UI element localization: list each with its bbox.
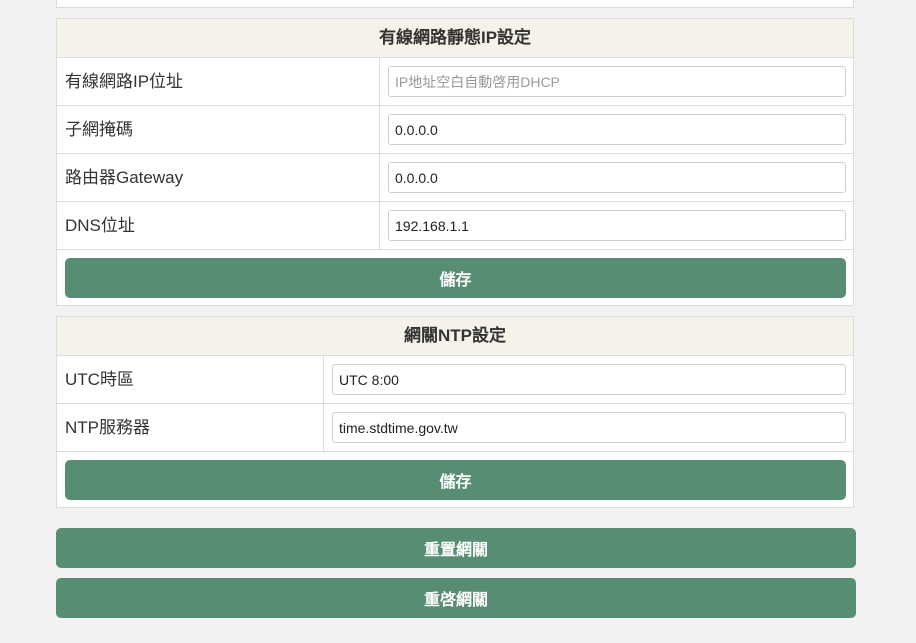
subnet-mask-label: 子網掩碼: [57, 106, 380, 153]
static-ip-title: 有線網路靜態IP設定: [57, 19, 853, 58]
static-ip-save-button[interactable]: 儲存: [65, 258, 846, 298]
reset-gateway-button[interactable]: 重置網關: [56, 528, 856, 568]
utc-timezone-row: UTC時區: [57, 356, 853, 404]
ntp-save-button[interactable]: 儲存: [65, 460, 846, 500]
gateway-row: 路由器Gateway: [57, 154, 853, 202]
ntp-title: 網關NTP設定: [57, 317, 853, 356]
previous-panel: [56, 0, 854, 8]
restart-gateway-button[interactable]: 重啓網關: [56, 578, 856, 618]
ntp-panel: 網關NTP設定 UTC時區 NTP服務器 儲存: [56, 316, 854, 508]
ntp-server-label: NTP服務器: [57, 404, 324, 451]
gateway-input[interactable]: [388, 162, 846, 193]
dns-label: DNS位址: [57, 202, 380, 249]
static-ip-panel: 有線網路靜態IP設定 有線網路IP位址 子網掩碼 路由器Gateway DNS位…: [56, 18, 854, 306]
gateway-label: 路由器Gateway: [57, 154, 380, 201]
subnet-mask-row: 子網掩碼: [57, 106, 853, 154]
ip-address-input[interactable]: [388, 66, 846, 97]
dns-input[interactable]: [388, 210, 846, 241]
ntp-server-row: NTP服務器: [57, 404, 853, 452]
ntp-server-input[interactable]: [332, 412, 846, 443]
utc-timezone-label: UTC時區: [57, 356, 324, 403]
utc-timezone-input[interactable]: [332, 364, 846, 395]
ip-address-row: 有線網路IP位址: [57, 58, 853, 106]
subnet-mask-input[interactable]: [388, 114, 846, 145]
dns-row: DNS位址: [57, 202, 853, 250]
ip-address-label: 有線網路IP位址: [57, 58, 380, 105]
